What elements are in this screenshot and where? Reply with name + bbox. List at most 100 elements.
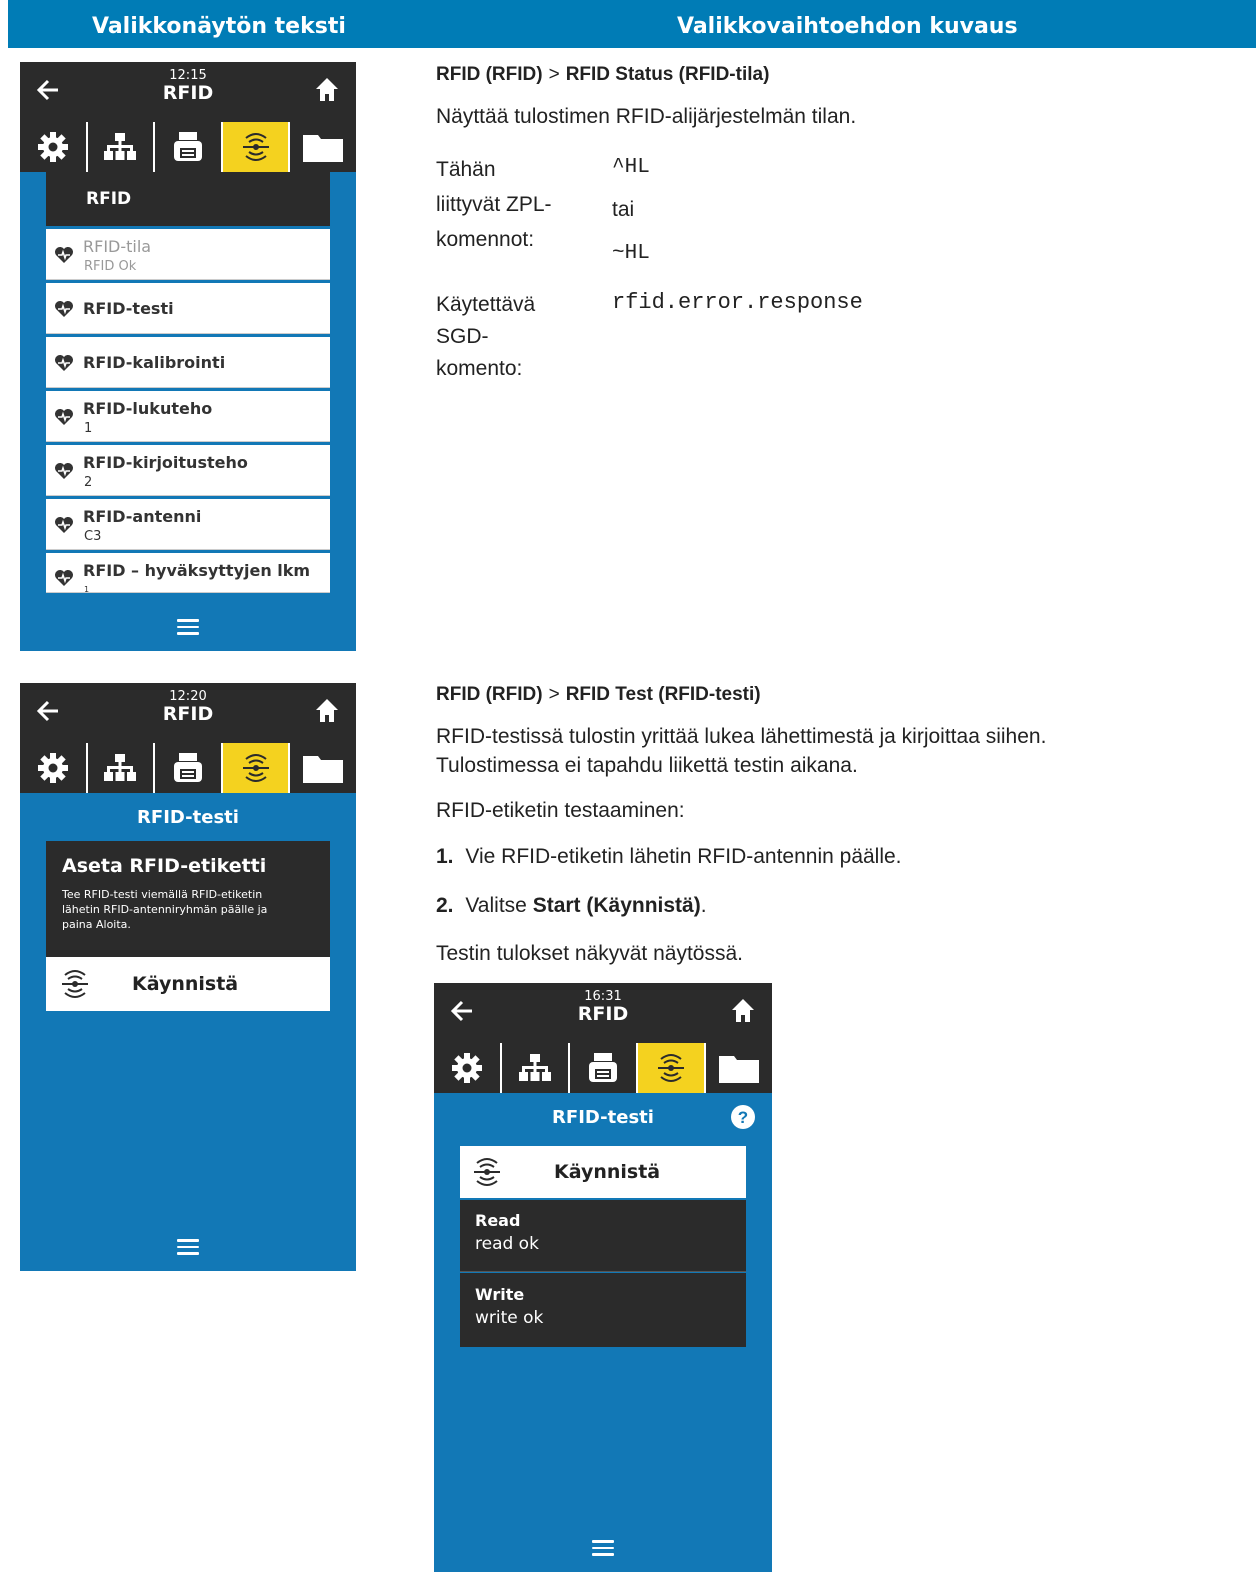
list-item-value: C3 xyxy=(84,529,102,544)
heart-icon xyxy=(55,247,73,263)
home-icon[interactable] xyxy=(314,74,340,104)
list-item-rfid-status[interactable]: RFID-tila RFID Ok xyxy=(46,229,330,280)
rfid-menu-list: RFID RFID-tila RFID Ok RFID-testi RFID-k… xyxy=(46,172,330,594)
list-item-value: 1 xyxy=(84,585,90,594)
tab-settings[interactable] xyxy=(434,1043,500,1093)
status-bar: 12:15 RFID xyxy=(20,62,356,122)
tab-print[interactable] xyxy=(153,743,221,793)
tab-bar xyxy=(434,1043,772,1093)
sgd-command: rfid.error.response xyxy=(612,290,863,315)
crumb-rfid: RFID (RFID) xyxy=(436,684,543,705)
menu-icon[interactable] xyxy=(177,1239,199,1255)
tab-storage[interactable] xyxy=(704,1043,772,1093)
tab-rfid[interactable] xyxy=(220,743,289,793)
list-item-value: RFID Ok xyxy=(84,259,137,274)
header-left: Valikkonäytön teksti xyxy=(92,14,346,39)
screen-rfid-test: 12:20 RFID RFID-testi Aseta RFID-etikett… xyxy=(20,683,356,1271)
card-text-line: Tee RFID-testi viemällä RFID-etiketin xyxy=(62,888,263,901)
menu-icon[interactable] xyxy=(592,1540,614,1556)
network-icon xyxy=(104,133,137,160)
list-item-title: RFID-tila xyxy=(83,237,152,256)
rfid-icon xyxy=(242,133,269,161)
tab-storage[interactable] xyxy=(288,743,356,793)
card-text-line: paina Aloita. xyxy=(62,918,131,931)
start-button[interactable]: Käynnistä xyxy=(46,957,330,1011)
printer-icon xyxy=(173,753,202,782)
gear-icon xyxy=(37,132,68,162)
tab-network[interactable] xyxy=(500,1043,568,1093)
heart-icon xyxy=(55,570,73,586)
rfid-icon xyxy=(658,1054,684,1082)
step-text-end: . xyxy=(700,894,707,917)
write-label: Write xyxy=(475,1285,525,1304)
clock: 12:20 xyxy=(169,689,207,704)
sgd-label-line: SGD- xyxy=(436,325,489,348)
sgd-label: Käytettävä SGD- komento: xyxy=(436,289,535,385)
start-label: Käynnistä xyxy=(132,973,239,995)
network-icon xyxy=(519,1054,551,1081)
tab-rfid[interactable] xyxy=(636,1043,704,1093)
list-item-rfid-write-power[interactable]: RFID-kirjoitusteho 2 xyxy=(46,445,330,496)
tab-storage[interactable] xyxy=(288,122,356,172)
crumb-rfid: RFID (RFID) xyxy=(436,64,543,85)
menu-icon[interactable] xyxy=(177,619,199,635)
instruction-card: Aseta RFID-etiketti Tee RFID-testi viemä… xyxy=(46,841,330,957)
home-icon[interactable] xyxy=(730,995,756,1025)
tab-settings[interactable] xyxy=(20,743,86,793)
breadcrumb-test: RFID (RFID) > RFID Test (RFID-testi) xyxy=(436,681,761,709)
screen-rfid-test-result: 16:31 RFID RFID-testi ? Käynnistä Read r… xyxy=(434,983,772,1572)
test-description-line: Tulostimessa ei tapahdu liikettä testin … xyxy=(436,754,858,777)
list-item-rfid-valid-count[interactable]: RFID – hyväksyttyjen lkm 1 xyxy=(46,553,330,594)
list-item-rfid-calibration[interactable]: RFID-kalibrointi xyxy=(46,337,330,388)
sgd-label-line: komento: xyxy=(436,357,523,380)
status-bar: 16:31 RFID xyxy=(434,983,772,1043)
zpl-label-line: komennot: xyxy=(436,228,535,251)
start-label: Käynnistä xyxy=(554,1161,661,1183)
header-right: Valikkovaihtoehdon kuvaus xyxy=(677,14,1018,39)
rfid-icon xyxy=(242,754,269,782)
step-text-bold: Start (Käynnistä) xyxy=(532,894,701,917)
heart-icon xyxy=(55,409,73,425)
crumb-rfid-status: RFID Status (RFID-tila) xyxy=(565,64,770,85)
folder-icon xyxy=(303,135,344,162)
list-item-title: RFID-lukuteho xyxy=(83,399,213,418)
crumb-rfid-test: RFID Test (RFID-testi) xyxy=(565,684,761,705)
screen-subtitle: RFID-testi xyxy=(137,807,239,828)
rfid-icon xyxy=(62,970,88,998)
write-value: write ok xyxy=(475,1308,544,1328)
folder-icon xyxy=(719,1056,759,1083)
zpl-command-1: ^HL xyxy=(612,156,650,179)
list-item-rfid-read-power[interactable]: RFID-lukuteho 1 xyxy=(46,391,330,442)
printer-icon xyxy=(173,132,202,161)
sgd-label-line: Käytettävä xyxy=(436,293,536,316)
status-bar: 12:20 RFID xyxy=(20,683,356,743)
start-button[interactable]: Käynnistä xyxy=(460,1146,746,1198)
list-item-title: RFID – hyväksyttyjen lkm xyxy=(83,561,311,580)
step-1: 1. Vie RFID-etiketin lähetin RFID-antenn… xyxy=(436,843,902,871)
heart-icon xyxy=(55,301,73,317)
tab-rfid[interactable] xyxy=(220,122,289,172)
list-item-rfid-test[interactable]: RFID-testi xyxy=(46,283,330,334)
card-title: Aseta RFID-etiketti xyxy=(62,855,267,877)
tab-settings[interactable] xyxy=(20,122,86,172)
heart-icon xyxy=(55,463,73,479)
svg-text:?: ? xyxy=(738,1108,748,1127)
tab-network[interactable] xyxy=(85,743,154,793)
list-item-value: 2 xyxy=(84,475,93,490)
zpl-or: tai xyxy=(612,198,635,221)
home-icon[interactable] xyxy=(314,695,340,725)
list-item-rfid-antenna[interactable]: RFID-antenni C3 xyxy=(46,499,330,550)
status-description: Näyttää tulostimen RFID-alijärjestelmän … xyxy=(436,105,857,128)
crumb-separator: > xyxy=(548,684,560,705)
tab-bar xyxy=(20,122,356,172)
tab-print[interactable] xyxy=(568,1043,636,1093)
list-item-title: RFID-testi xyxy=(83,299,174,318)
tab-network[interactable] xyxy=(85,122,154,172)
tab-print[interactable] xyxy=(153,122,221,172)
clock: 12:15 xyxy=(169,68,207,83)
screen-subtitle: RFID-testi xyxy=(552,1107,654,1128)
zpl-label: Tähän liittyvät ZPL- komennot: xyxy=(436,152,552,257)
list-item-title: RFID-kirjoitusteho xyxy=(83,453,248,472)
test-result-text: Testin tulokset näkyvät näytössä. xyxy=(436,942,743,965)
help-icon[interactable]: ? xyxy=(730,1104,756,1130)
